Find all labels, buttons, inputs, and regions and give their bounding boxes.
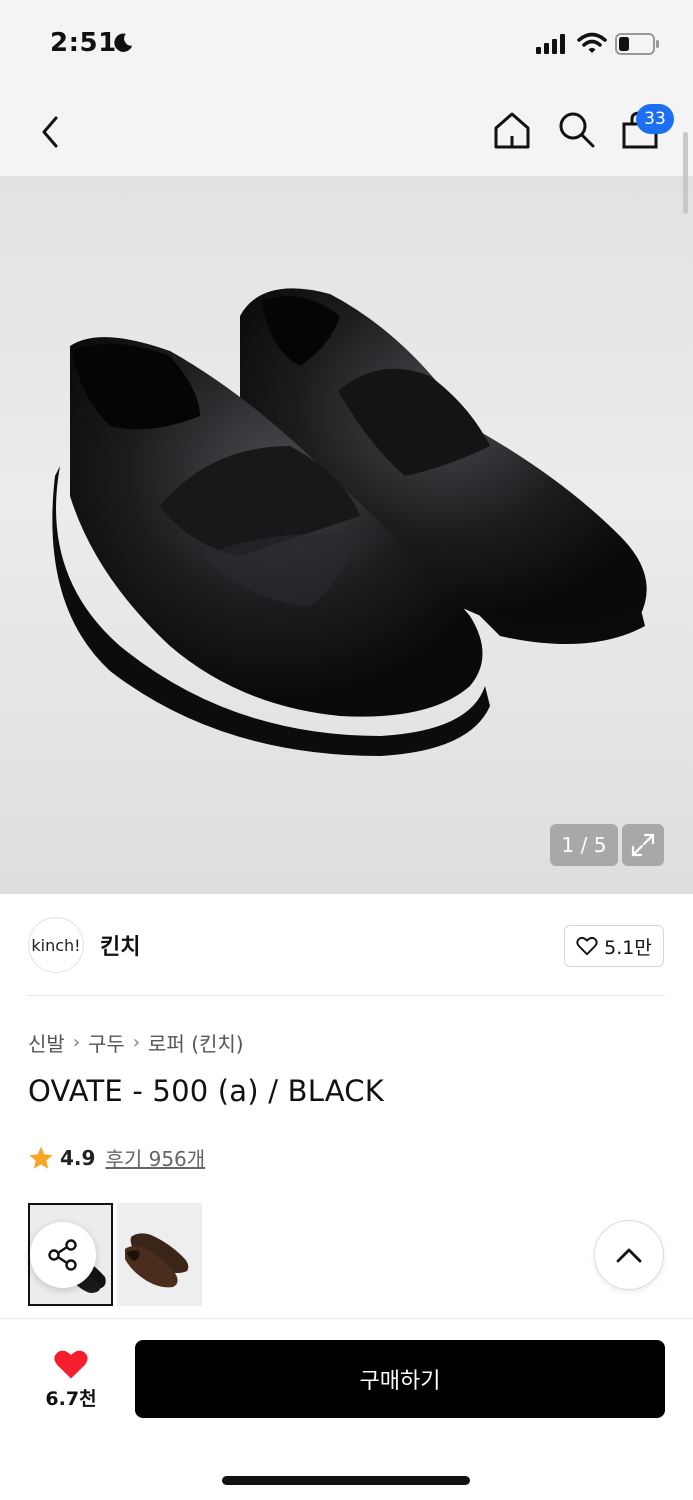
wifi-icon (577, 32, 607, 53)
expand-icon (631, 833, 655, 857)
rating-value: 4.9 (60, 1145, 96, 1170)
back-button[interactable] (30, 108, 70, 156)
wish-count: 6.7천 (45, 1387, 97, 1410)
share-icon (48, 1239, 77, 1271)
thumbnail-2[interactable] (117, 1203, 202, 1306)
home-button[interactable] (490, 108, 534, 152)
loafer-photo (52, 288, 647, 756)
breadcrumb-item-dress-shoes[interactable]: 구두 (88, 1028, 125, 1057)
wish-button[interactable]: 6.7천 (30, 1340, 112, 1418)
cart-badge: 33 (636, 104, 674, 134)
buy-button[interactable]: 구매하기 (135, 1340, 665, 1418)
thumbnail-brown-loafer (125, 1233, 189, 1288)
search-button[interactable] (555, 108, 599, 152)
status-time: 2:51 (50, 28, 117, 58)
search-icon (559, 112, 595, 148)
review-link[interactable]: 후기 956개 (105, 1143, 205, 1172)
chevron-right-icon: › (132, 1032, 141, 1053)
brand-name[interactable]: 킨치 (100, 929, 140, 961)
brand-logo[interactable]: kinch! (28, 917, 84, 973)
divider (28, 995, 665, 996)
status-bar: 2:51 (0, 0, 693, 88)
breadcrumb-item-loafer[interactable]: 로퍼 (킨치) (148, 1028, 244, 1057)
product-image[interactable] (0, 176, 693, 894)
share-button[interactable] (30, 1222, 96, 1288)
heart-outline-icon (576, 936, 598, 956)
product-title: OVATE - 500 (a) / BLACK (28, 1074, 384, 1108)
home-icon (494, 112, 530, 149)
breadcrumb-item-shoes[interactable]: 신발 (28, 1028, 65, 1057)
chevron-right-icon: › (72, 1032, 81, 1053)
chevron-left-icon (42, 116, 58, 148)
home-indicator[interactable] (222, 1476, 470, 1485)
moon-icon (114, 33, 133, 52)
star-icon (29, 1146, 53, 1169)
battery-icon (615, 33, 659, 55)
brand-like-button[interactable]: 5.1만 (564, 925, 664, 967)
chevron-up-icon (616, 1248, 642, 1263)
brand-like-count: 5.1만 (604, 936, 652, 959)
nav-header (0, 88, 693, 176)
signal-icon (536, 34, 565, 54)
heart-filled-icon (54, 1350, 88, 1378)
image-counter: 1 / 5 (550, 824, 618, 866)
expand-button[interactable] (622, 824, 664, 866)
rating-row: 4.9 후기 956개 (28, 1143, 205, 1172)
scroll-top-button[interactable] (594, 1220, 664, 1290)
breadcrumb: 신발 › 구두 › 로퍼 (킨치) (28, 1028, 244, 1057)
scrollbar-thumb[interactable] (683, 132, 688, 214)
